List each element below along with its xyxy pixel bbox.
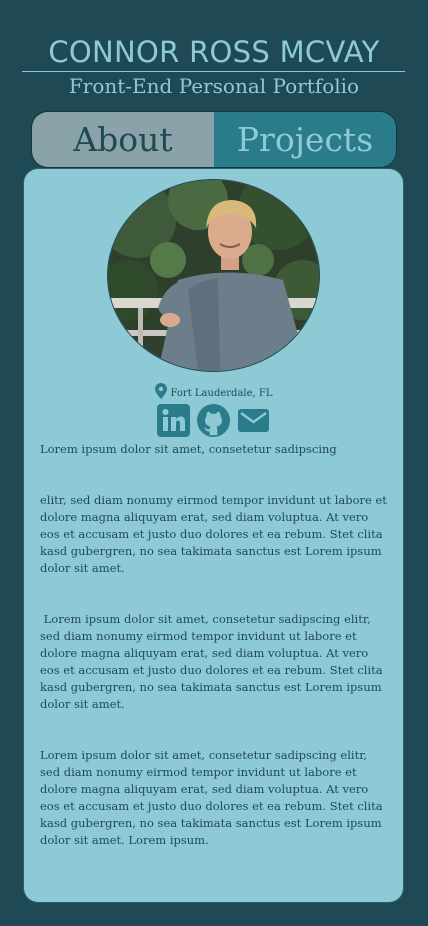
about-card: Fort Lauderdale, FL Lorem ipsum dolor si… [24,169,403,902]
tab-projects[interactable]: Projects [214,112,396,167]
page-title: CONNOR ROSS MCVAY [48,35,380,69]
profile-photo-illustration [108,180,319,371]
location-text: Fort Lauderdale, FL [170,387,273,399]
bio-paragraph-1: Lorem ipsum dolor sit amet, consetetur s… [40,442,337,456]
mail-icon[interactable] [237,404,270,437]
tab-about[interactable]: About [32,112,214,167]
map-pin-icon [154,383,167,403]
tab-bar: About Projects [32,112,396,167]
bio-paragraph-4: Lorem ipsum dolor sit amet, consetetur s… [40,748,383,847]
bio-text: Lorem ipsum dolor sit amet, consetetur s… [40,441,390,849]
bio-paragraph-3: Lorem ipsum dolor sit amet, consetetur s… [40,612,387,711]
page-subtitle: Front-End Personal Portfolio [68,74,360,98]
github-icon[interactable] [197,404,230,437]
linkedin-icon[interactable] [157,404,190,437]
profile-photo [108,180,319,371]
location-row: Fort Lauderdale, FL [24,383,403,403]
social-links [24,404,403,437]
bio-paragraph-2: elitr, sed diam nonumy eirmod tempor inv… [40,493,387,575]
